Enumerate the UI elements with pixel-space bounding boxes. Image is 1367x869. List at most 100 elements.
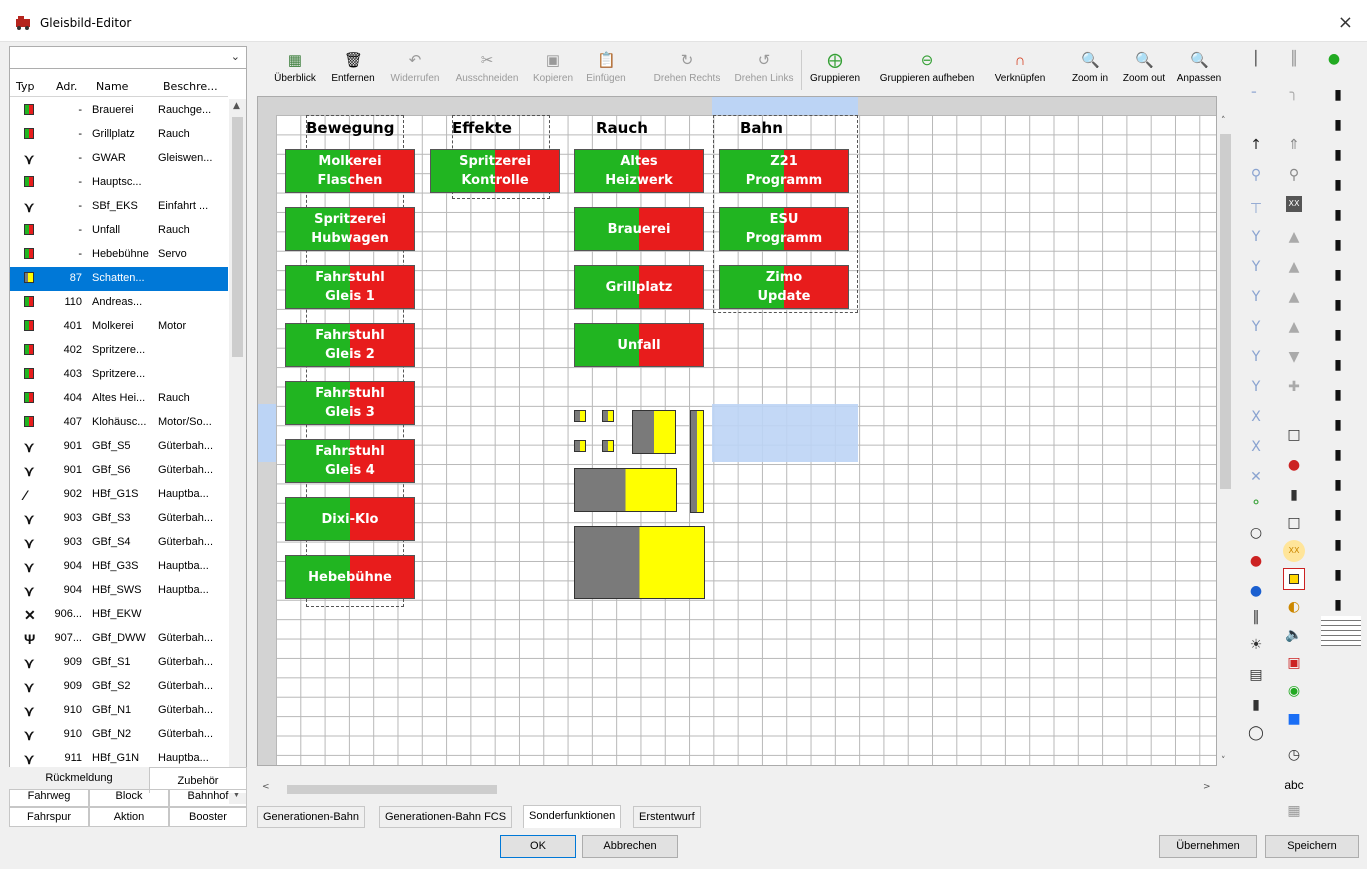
half-circle-icon[interactable]: ◐ — [1283, 596, 1305, 618]
tab-generationen-bahn[interactable]: Generationen-Bahn — [257, 806, 366, 828]
turnout-icon[interactable]: Y — [1245, 256, 1267, 278]
tunnel-icon[interactable]: ‖ — [1245, 606, 1267, 628]
col-desc[interactable]: Beschre... — [163, 80, 218, 93]
switch-hebebuehne[interactable]: Hebebühne — [285, 555, 415, 599]
close-icon[interactable]: × — [1338, 12, 1353, 33]
gruppieren-button[interactable]: ⨁ Gruppieren — [803, 46, 867, 94]
shadow-block-vertical[interactable] — [690, 410, 704, 513]
shadow-block-small[interactable] — [574, 440, 586, 452]
module-icon[interactable]: ▤ — [1245, 664, 1267, 686]
table-row[interactable]: ⋎ 903 GBf_S4 Güterbah... — [10, 531, 228, 555]
ok-button[interactable]: OK — [500, 835, 576, 858]
traffic-light-icon[interactable]: ▮ — [1283, 484, 1305, 506]
scroll-thumb[interactable] — [287, 785, 497, 794]
abbrechen-button[interactable]: Abbrechen — [582, 835, 678, 858]
feedback-contact-icon[interactable]: ⚬ — [1245, 492, 1267, 514]
arrow-up-icon[interactable]: ↑ — [1245, 134, 1267, 156]
list-scrollbar[interactable]: ▲ ▼ — [229, 99, 246, 804]
tab-booster[interactable]: Booster — [169, 807, 247, 827]
table-row[interactable]: ⋎ 909 GBf_S1 Güterbah... — [10, 651, 228, 675]
table-row[interactable]: 404 Altes Hei... Rauch — [10, 387, 228, 411]
signal-icon[interactable]: ▮ — [1327, 534, 1349, 556]
switch-fahrstuhl-gleis-1[interactable]: Fahrstuhl Gleis 1 — [285, 265, 415, 309]
decoupler-icon[interactable]: ○ — [1245, 522, 1267, 544]
switch-zimo-update[interactable]: Zimo Update — [719, 265, 849, 309]
uebernehmen-button[interactable]: Übernehmen — [1159, 835, 1257, 858]
table-row[interactable]: 110 Andreas... — [10, 291, 228, 315]
track-end-icon[interactable]: ⊤ — [1245, 198, 1267, 220]
shadow-block-small[interactable] — [574, 410, 586, 422]
table-row[interactable]: - Grillplatz Rauch — [10, 123, 228, 147]
switch-z21-programm[interactable]: Z21 Programm — [719, 149, 849, 193]
shadow-block-medium[interactable] — [632, 410, 676, 454]
scroll-down-icon[interactable]: ˅ — [1221, 756, 1226, 766]
drehen-rechts-button[interactable]: ↻ Drehen Rechts — [647, 46, 727, 94]
text-tool[interactable]: abc — [1279, 774, 1309, 796]
track-straight-icon[interactable]: │ — [1245, 48, 1267, 70]
display-icon[interactable]: ▣ — [1283, 652, 1305, 674]
signal-icon[interactable]: ▮ — [1327, 354, 1349, 376]
signal-icon[interactable]: ▮ — [1327, 564, 1349, 586]
turnout-icon[interactable]: Y — [1245, 226, 1267, 248]
scroll-up-icon[interactable]: ˄ — [1221, 116, 1226, 126]
table-row[interactable]: ⁄ 902 HBf_G1S Hauptba... — [10, 483, 228, 507]
shadow-block-small[interactable] — [602, 440, 614, 452]
shadow-block-large[interactable] — [574, 526, 705, 599]
ladder-icon[interactable]: ▮ — [1245, 694, 1267, 716]
table-row[interactable]: 403 Spritzere... — [10, 363, 228, 387]
scroll-up-icon[interactable]: ▲ — [233, 101, 240, 111]
table-row[interactable]: 402 Spritzere... — [10, 339, 228, 363]
signal-icon[interactable]: ▮ — [1327, 444, 1349, 466]
switch-altes-heizwerk[interactable]: Altes Heizwerk — [574, 149, 704, 193]
switch-fahrstuhl-gleis-4[interactable]: Fahrstuhl Gleis 4 — [285, 439, 415, 483]
shadow-block-wide[interactable] — [574, 468, 677, 512]
scroll-thumb[interactable] — [232, 117, 243, 357]
signal-red-icon[interactable]: ● — [1283, 454, 1305, 476]
entfernen-button[interactable]: 🗑 Entfernen — [323, 46, 383, 94]
table-row[interactable]: ⋎ 904 HBf_G3S Hauptba... — [10, 555, 228, 579]
turnout-double-icon[interactable]: ▼ — [1283, 346, 1305, 368]
track-curve-double-icon[interactable]: ╮ — [1283, 82, 1305, 104]
canvas-vertical-scrollbar[interactable]: ˄ ˅ — [1217, 110, 1234, 770]
tab-erstentwurf[interactable]: Erstentwurf — [633, 806, 701, 828]
ausschneiden-button[interactable]: ✂ Ausschneiden — [449, 46, 525, 94]
tab-bahnhof[interactable]: Bahnhof — [169, 789, 247, 807]
table-row[interactable]: ✕ 906... HBf_EKW — [10, 603, 228, 627]
zoom-in-button[interactable]: 🔍 Zoom in — [1065, 46, 1115, 94]
switch-esu-programm[interactable]: ESU Programm — [719, 207, 849, 251]
crossing-icon[interactable]: X — [1245, 436, 1267, 458]
table-row[interactable]: - Hebebühne Servo — [10, 243, 228, 267]
chevron-down-icon[interactable]: ⌄ — [231, 50, 240, 63]
shadow-station-icon[interactable] — [1283, 568, 1305, 590]
turnout-icon[interactable]: Y — [1245, 286, 1267, 308]
table-row[interactable]: - Brauerei Rauchge... — [10, 99, 228, 123]
tab-block[interactable]: Block — [89, 789, 169, 807]
speichern-button[interactable]: Speichern — [1265, 835, 1359, 858]
signal-dot-icon[interactable]: ● — [1245, 580, 1267, 602]
buffer-stop-icon[interactable]: ⚲ — [1245, 164, 1267, 186]
turnout-icon[interactable]: Y — [1245, 316, 1267, 338]
drehen-links-button[interactable]: ↺ Drehen Links — [729, 46, 799, 94]
signal-icon[interactable]: ▮ — [1327, 504, 1349, 526]
shadow-block-small[interactable] — [602, 410, 614, 422]
track-curve-icon[interactable]: ╴ — [1245, 82, 1267, 104]
dashed-square-icon[interactable]: □ — [1283, 512, 1305, 534]
gruppieren-aufheben-button[interactable]: ⊖ Gruppieren aufheben — [869, 46, 985, 94]
signal-icon[interactable]: ▮ — [1327, 474, 1349, 496]
tab-fahrspur[interactable]: Fahrspur — [9, 807, 89, 827]
signal-icon[interactable]: ● — [1323, 48, 1345, 70]
signal-icon[interactable]: ▮ — [1327, 84, 1349, 106]
track-layout-canvas[interactable]: Bewegung Effekte Rauch Bahn Molkerei Fla… — [257, 96, 1217, 766]
signal-icon[interactable]: ▮ — [1327, 594, 1349, 616]
lines-icon[interactable] — [1321, 616, 1361, 646]
signal-icon[interactable]: ▮ — [1327, 324, 1349, 346]
light-icon[interactable]: ☀ — [1245, 634, 1267, 656]
zoom-out-button[interactable]: 🔍 Zoom out — [1117, 46, 1171, 94]
filter-combo[interactable]: ⌄ — [10, 47, 246, 69]
table-row[interactable]: 407 Klohäusc... Motor/So... — [10, 411, 228, 435]
table-row[interactable]: ⋎ - SBf_EKS Einfahrt ... — [10, 195, 228, 219]
tab-aktion[interactable]: Aktion — [89, 807, 169, 827]
switch-spritzerei-kontrolle[interactable]: Spritzerei Kontrolle — [430, 149, 560, 193]
signal-dot-icon[interactable]: ● — [1245, 550, 1267, 572]
lamp-icon[interactable]: □ — [1283, 424, 1305, 446]
